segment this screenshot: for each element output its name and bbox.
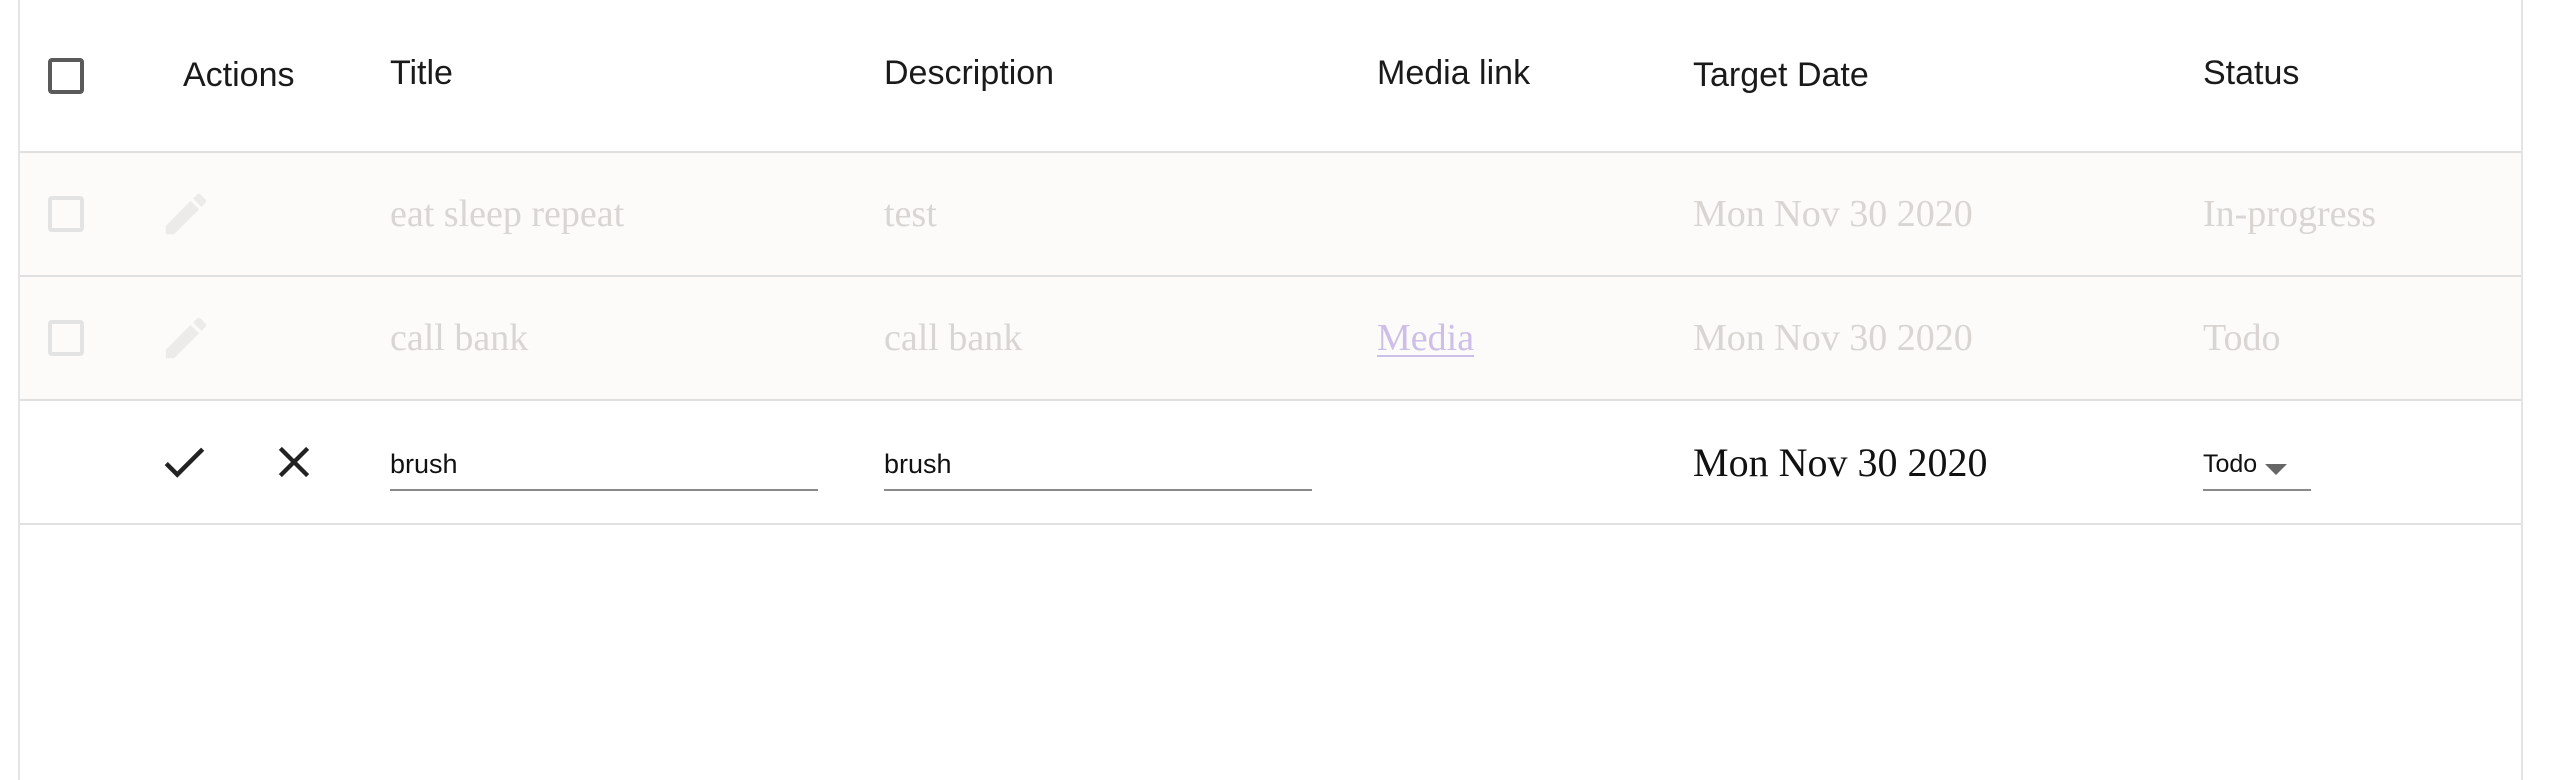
pencil-icon[interactable] [159,153,213,275]
row-checkbox[interactable] [48,320,84,356]
header-description[interactable]: Description [884,0,1054,149]
row-checkbox[interactable] [48,196,84,232]
row-select-cell [48,153,84,275]
row-select-cell [48,277,84,399]
row-target-date: Mon Nov 30 2020 [1693,317,1973,359]
caret-down-icon [2265,464,2288,475]
row-description: call bank [884,317,1023,359]
description-input[interactable] [884,433,1312,491]
header-title[interactable]: Title [390,0,453,149]
header-target-date[interactable]: Target Date [1693,0,1869,151]
header-actions: Actions [183,56,295,94]
table-row: call bank call bank Media Mon Nov 30 202… [20,277,2521,401]
header-media-link[interactable]: Media link [1377,0,1530,149]
status-select-value: Todo [2203,450,2258,478]
row-status: Todo [2203,317,2281,359]
row-status: In-progress [2203,193,2377,235]
row-title: eat sleep repeat [390,193,625,235]
select-all-cell [48,0,84,151]
header-status[interactable]: Status [2203,0,2299,149]
table-header-row: Actions Title Description Media link Tar… [20,0,2521,153]
editing-row: Mon Nov 30 2020 Todo [20,401,2521,525]
row-target-date: Mon Nov 30 2020 [1693,193,1973,235]
row-title: call bank [390,317,529,359]
row-media-cell: Media [1377,277,1474,399]
media-link[interactable]: Media [1377,316,1474,360]
status-select[interactable]: Todo [2203,433,2311,491]
select-all-checkbox[interactable] [48,57,84,94]
check-icon[interactable] [157,401,211,523]
close-icon[interactable] [268,401,320,523]
todo-table: Actions Title Description Media link Tar… [18,0,2523,780]
target-date-field[interactable]: Mon Nov 30 2020 [1693,401,1987,523]
row-description: test [884,193,937,235]
table-row: eat sleep repeat test Mon Nov 30 2020 In… [20,153,2521,277]
title-input[interactable] [390,433,818,491]
pencil-icon[interactable] [159,277,213,399]
